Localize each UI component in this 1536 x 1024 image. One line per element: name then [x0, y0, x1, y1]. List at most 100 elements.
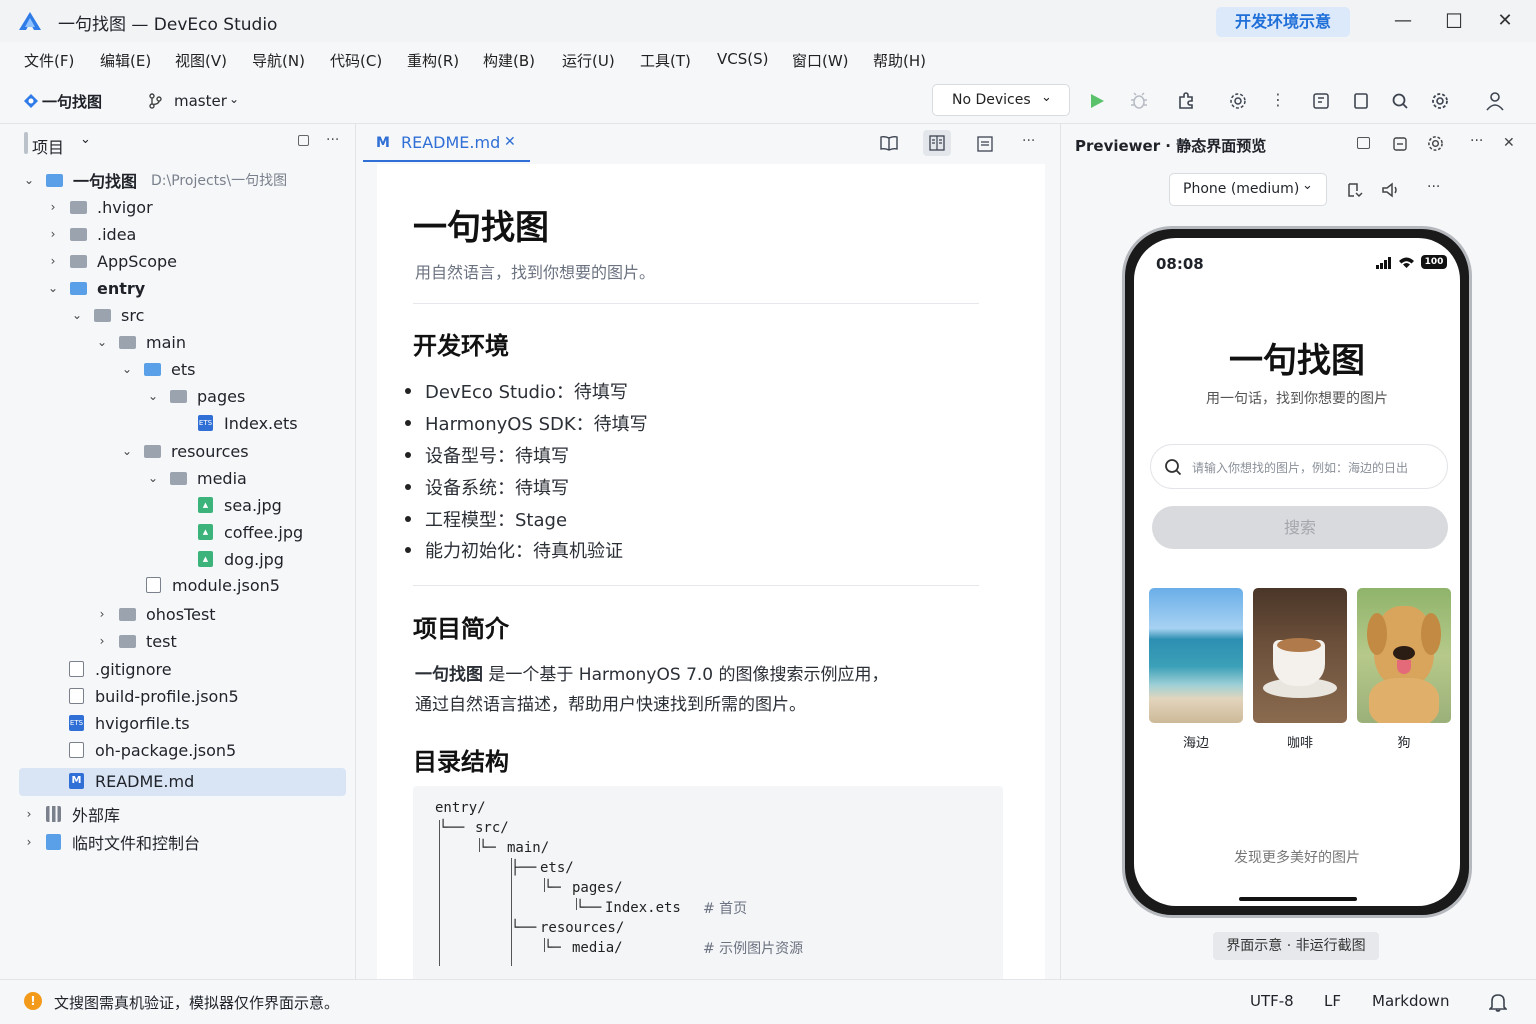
run-icon[interactable] [1089, 93, 1105, 109]
menu-build[interactable]: 构建(B) [483, 50, 535, 71]
read-mode-icon[interactable] [880, 135, 898, 151]
volume-icon[interactable] [1381, 181, 1399, 199]
search-icon[interactable] [1391, 92, 1409, 110]
tree-item-hvigor[interactable]: › .hvigor [46, 194, 153, 220]
more-horizontal-icon[interactable]: ··· [1470, 133, 1483, 149]
notifications-bell-icon[interactable] [1489, 992, 1507, 1012]
menu-run[interactable]: 运行(U) [562, 50, 615, 71]
device-manager-icon[interactable] [1312, 92, 1330, 110]
settings-icon[interactable] [1431, 92, 1449, 110]
tree-item-label: ets [171, 359, 196, 379]
tree-item-dog-jpg[interactable]: ▲ dog.jpg [198, 546, 284, 572]
tree-item-coffee-jpg[interactable]: ▲ coffee.jpg [198, 519, 303, 545]
tree-item-readme[interactable]: M README.md [69, 768, 194, 794]
refresh-preview-icon[interactable] [1392, 136, 1408, 152]
tree-item-hvigorfile[interactable]: ETS hvigorfile.ts [69, 710, 190, 736]
account-icon[interactable] [1486, 91, 1504, 111]
inspector-icon[interactable] [1357, 137, 1370, 149]
close-window-button[interactable]: ✕ [1494, 10, 1516, 32]
tree-item-appscope[interactable]: › AppScope [46, 248, 177, 274]
tree-item-idea[interactable]: › .idea [46, 221, 137, 247]
tree-root[interactable]: ⌄ 一句找图 D:\Projects\一句找图 [22, 167, 287, 193]
branch-name[interactable]: master [174, 92, 227, 110]
device-select[interactable]: No Devices ⌄ [932, 84, 1070, 116]
image-thumb-sea[interactable] [1149, 588, 1243, 723]
preview-device-select[interactable]: Phone (medium) ⌄ [1169, 173, 1327, 206]
preview-mode-icon[interactable] [977, 136, 993, 152]
tree-item-oh-package[interactable]: oh-package.json5 [69, 737, 236, 763]
project-name[interactable]: 一句找图 [42, 91, 102, 112]
device-select-label: No Devices [952, 92, 1031, 108]
tree-item-ohostest[interactable]: › ohosTest [95, 601, 216, 627]
tree-item-pages[interactable]: ⌄ pages [146, 383, 245, 409]
image-thumb-coffee[interactable] [1253, 588, 1347, 723]
code-line: Index.ets [605, 900, 681, 916]
tree-item-label: coffee.jpg [224, 522, 304, 542]
menu-help[interactable]: 帮助(H) [873, 50, 926, 71]
tree-item-test[interactable]: › test [95, 628, 177, 654]
menu-file[interactable]: 文件(F) [24, 50, 74, 71]
menu-vcs[interactable]: VCS(S) [717, 50, 768, 68]
chevron-down-icon[interactable]: ⌄ [80, 132, 91, 147]
more-horizontal-icon[interactable]: ··· [326, 132, 339, 148]
tree-item-entry[interactable]: ⌄ entry [46, 275, 145, 301]
tree-item-media[interactable]: ⌄ media [146, 465, 247, 491]
tree-item-main[interactable]: ⌄ main [95, 329, 186, 355]
debug-icon[interactable] [1130, 92, 1148, 110]
menu-navigate[interactable]: 导航(N) [252, 50, 305, 71]
heading-env: 开发环境 [413, 332, 509, 360]
tree-item-external-libs[interactable]: › 外部库 [22, 801, 120, 827]
menu-refactor[interactable]: 重构(R) [407, 50, 459, 71]
tree-item-resources[interactable]: ⌄ resources [120, 438, 249, 464]
tab-readme[interactable]: M README.md ✕ [363, 124, 530, 162]
folder-icon [70, 254, 87, 268]
split-view-button[interactable] [923, 130, 951, 156]
tree-item-ets[interactable]: ⌄ ets [120, 356, 195, 382]
menu-view[interactable]: 视图(V) [175, 50, 227, 71]
minimize-button[interactable]: — [1392, 10, 1414, 32]
app-search-input[interactable]: 请输入你想找的图片，例如：海边的日出 [1150, 444, 1448, 489]
tree-item-label: build-profile.json5 [95, 686, 239, 706]
tree-item-index-ets[interactable]: ETS Index.ets [198, 410, 298, 436]
menu-code[interactable]: 代码(C) [330, 50, 382, 71]
menu-edit[interactable]: 编辑(E) [100, 50, 151, 71]
more-vertical-icon[interactable]: ⋮ [1270, 90, 1286, 109]
more-horizontal-icon[interactable]: ··· [1022, 133, 1035, 149]
collapse-all-icon[interactable] [298, 135, 309, 146]
search-icon [1165, 459, 1182, 476]
status-encoding[interactable]: UTF-8 [1250, 992, 1294, 1010]
chevron-down-icon: ⌄ [23, 173, 35, 187]
image-thumb-dog[interactable] [1357, 588, 1451, 723]
status-language[interactable]: Markdown [1372, 992, 1449, 1010]
chevron-right-icon: › [50, 227, 56, 241]
close-panel-icon[interactable]: ✕ [1503, 135, 1515, 151]
tree-item-sea-jpg[interactable]: ▲ sea.jpg [198, 492, 282, 518]
tree-item-module-json5[interactable]: module.json5 [146, 572, 280, 598]
heading-tree: 目录结构 [413, 748, 509, 776]
project-view-selector[interactable]: 项目 [32, 134, 64, 158]
split-view-icon [929, 135, 945, 151]
menu-window[interactable]: 窗口(W) [792, 50, 849, 71]
tree-item-label: .gitignore [95, 659, 172, 679]
tree-item-build-profile[interactable]: build-profile.json5 [69, 683, 239, 709]
tree-item-label: README.md [95, 771, 195, 791]
close-tab-icon[interactable]: ✕ [504, 134, 516, 150]
tab-label: README.md [401, 133, 501, 152]
menu-tools[interactable]: 工具(T) [640, 50, 691, 71]
plugin-icon[interactable] [1177, 92, 1195, 110]
app-search-button[interactable]: 搜索 [1152, 506, 1448, 549]
tree-item-gitignore[interactable]: .gitignore [69, 656, 172, 682]
tree-item-scratches[interactable]: › 临时文件和控制台 [22, 829, 200, 855]
settings-gear-small-icon[interactable] [1229, 92, 1247, 110]
tree-item-src[interactable]: ⌄ src [70, 302, 144, 328]
chevron-down-icon: ⌄ [147, 389, 159, 403]
rotate-icon[interactable] [1346, 181, 1364, 199]
more-horizontal-icon[interactable]: ··· [1427, 179, 1440, 195]
bookmark-icon[interactable] [1352, 92, 1370, 110]
previewer-settings-icon[interactable] [1427, 135, 1444, 152]
chevron-down-icon[interactable]: ⌄ [229, 92, 239, 106]
maximize-button[interactable]: ☐ [1443, 10, 1465, 32]
status-line-ending[interactable]: LF [1324, 992, 1341, 1010]
tree-item-label: 外部库 [72, 806, 121, 825]
phone-time: 08:08 [1156, 255, 1204, 273]
